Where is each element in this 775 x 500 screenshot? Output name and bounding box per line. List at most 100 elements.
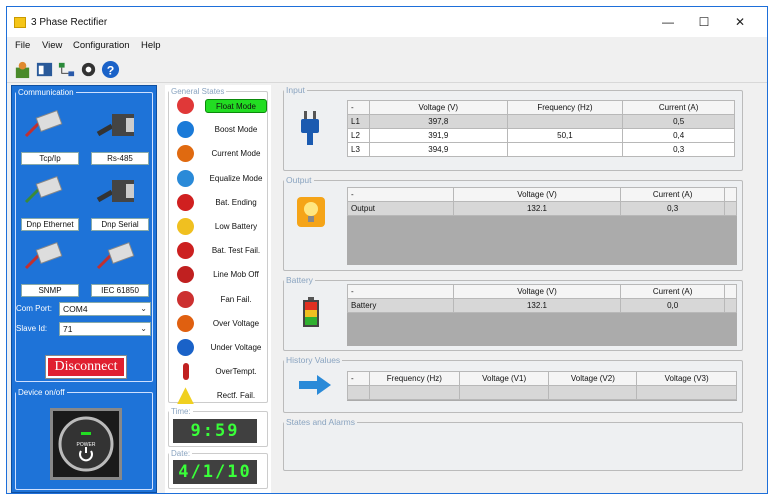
state-overtempt: OverTempt.	[215, 367, 257, 377]
menu-help[interactable]: Help	[141, 40, 161, 51]
thermometer-icon	[183, 363, 189, 381]
com-port-label: Com Port:	[16, 304, 53, 313]
slave-id-value: 71	[63, 324, 73, 334]
state-bat-test-fail: Bat. Test Fail.	[211, 246, 261, 256]
minimize-button[interactable]: —	[653, 13, 683, 31]
toolbar: ?	[7, 57, 767, 83]
time-legend: Time:	[171, 407, 191, 416]
table-cell	[506, 114, 624, 129]
history-legend: History Values	[286, 355, 341, 365]
device-legend: Device on/off	[18, 388, 65, 397]
table-cell: 132.1	[452, 201, 622, 216]
rs485-button[interactable]: Rs-485	[91, 152, 149, 165]
states-panel: General States Float Mode Boost Mode Curre…	[165, 85, 271, 493]
chevron-down-icon: ⌄	[140, 304, 147, 313]
column-header: Voltage (V2)	[548, 371, 638, 386]
states-and-alarms-group: States and Alarms	[283, 417, 743, 471]
general-states-legend: General States	[171, 87, 225, 96]
window-layout-icon[interactable]	[35, 60, 54, 79]
state-under-voltage: Under Voltage	[210, 343, 262, 352]
table-cell: Battery	[347, 298, 454, 313]
disconnect-button[interactable]: Disconnect	[45, 355, 127, 379]
column-header: Voltage (V1)	[458, 371, 550, 386]
table-cell: L1	[347, 114, 370, 129]
battery-ending-icon	[177, 193, 194, 211]
fan-icon	[177, 290, 194, 308]
table-cell: 0,3	[622, 142, 735, 157]
column-header: Frequency (Hz)	[506, 100, 624, 115]
output-legend: Output	[286, 175, 312, 185]
column-header: Frequency (Hz)	[368, 371, 460, 386]
column-header: Voltage (V)	[452, 284, 622, 299]
table-cell	[548, 385, 638, 400]
window-title: 3 Phase Rectifier	[31, 17, 108, 28]
serial-connector-icon	[96, 114, 134, 137]
table-row[interactable]: L1 397,8 0,5	[347, 114, 735, 129]
over-voltage-icon	[177, 314, 194, 332]
com-port-value: COM4	[63, 304, 88, 314]
slave-id-select[interactable]: 71 ⌄	[59, 322, 151, 336]
state-float-mode: Float Mode	[205, 99, 267, 113]
input-legend: Input	[286, 85, 305, 95]
menu-file[interactable]: File	[15, 40, 30, 51]
state-rectf-fail: Rectf. Fail.	[216, 391, 256, 401]
lightbulb-icon	[297, 197, 325, 227]
menu-view[interactable]: View	[42, 40, 62, 51]
table-cell: 50,1	[506, 128, 624, 143]
state-low-battery: Low Battery	[214, 222, 258, 231]
state-boost-mode: Boost Mode	[214, 125, 258, 135]
title-bar: 3 Phase Rectifier — ☐ ✕	[7, 7, 767, 37]
under-voltage-icon	[177, 339, 194, 356]
table-row[interactable]: L2 391,9 50,1 0,4	[347, 128, 735, 143]
svg-text:?: ?	[107, 63, 115, 77]
table-row[interactable]: Battery 132.1 0,0	[347, 298, 737, 313]
table-cell: 391,9	[368, 128, 508, 143]
battery-legend: Battery	[286, 275, 313, 285]
arrow-right-icon[interactable]	[299, 375, 331, 395]
column-header: Current (A)	[622, 100, 735, 115]
slave-id-label: Slave Id:	[16, 324, 48, 333]
gear-icon[interactable]	[79, 60, 98, 79]
table-row[interactable]: Output 132.1 0,3	[347, 201, 737, 216]
table-row[interactable]	[347, 385, 737, 400]
ethernet-cable-icon	[24, 110, 63, 138]
column-header: -	[347, 371, 370, 386]
tcpip-button[interactable]: Tcp/Ip	[21, 152, 79, 165]
column-header: -	[347, 284, 454, 299]
dnp-ethernet-button[interactable]: Dnp Ethernet	[21, 218, 79, 231]
power-button[interactable]: POWER	[50, 408, 122, 480]
table-cell: 0,0	[620, 298, 725, 313]
state-line-mob-off: Line Mob Off	[213, 270, 259, 280]
input-table: - Voltage (V) Frequency (Hz) Current (A) L1 3…	[347, 100, 735, 157]
table-cell: 397,8	[368, 114, 508, 129]
menu-bar: File View Configuration Help	[7, 37, 767, 55]
serial-connector-icon	[96, 180, 134, 203]
table-cell	[724, 201, 737, 216]
close-button[interactable]: ✕	[725, 13, 755, 31]
state-fan-fail: Fan Fail.	[220, 294, 252, 304]
menu-configuration[interactable]: Configuration	[73, 40, 130, 51]
network-icon[interactable]	[57, 60, 76, 79]
iec61850-button[interactable]: IEC 61850	[91, 284, 149, 297]
table-cell	[347, 385, 370, 400]
column-header: Current (A)	[620, 187, 725, 202]
help-icon[interactable]: ?	[101, 60, 120, 79]
table-row[interactable]: L3 394,9 0,3	[347, 142, 735, 157]
table-cell: 0,4	[622, 128, 735, 143]
column-spacer	[724, 284, 737, 299]
maximize-button[interactable]: ☐	[689, 13, 719, 31]
com-port-select[interactable]: COM4 ⌄	[59, 302, 151, 316]
table-cell	[724, 298, 737, 313]
dnp-serial-button[interactable]: Dnp Serial	[91, 218, 149, 231]
chevron-down-icon: ⌄	[140, 324, 147, 333]
ethernet-cable-icon	[24, 242, 63, 270]
column-header: Voltage (V3)	[636, 371, 737, 386]
date-display: 4/1/10	[173, 460, 257, 484]
person-icon[interactable]	[13, 60, 32, 79]
table-cell: 0,5	[622, 114, 735, 129]
ethernet-cable-icon	[24, 176, 63, 204]
time-display: 9:59	[173, 419, 257, 443]
snmp-button[interactable]: SNMP	[21, 284, 79, 297]
column-header: Current (A)	[620, 284, 725, 299]
table-cell: Output	[347, 201, 454, 216]
